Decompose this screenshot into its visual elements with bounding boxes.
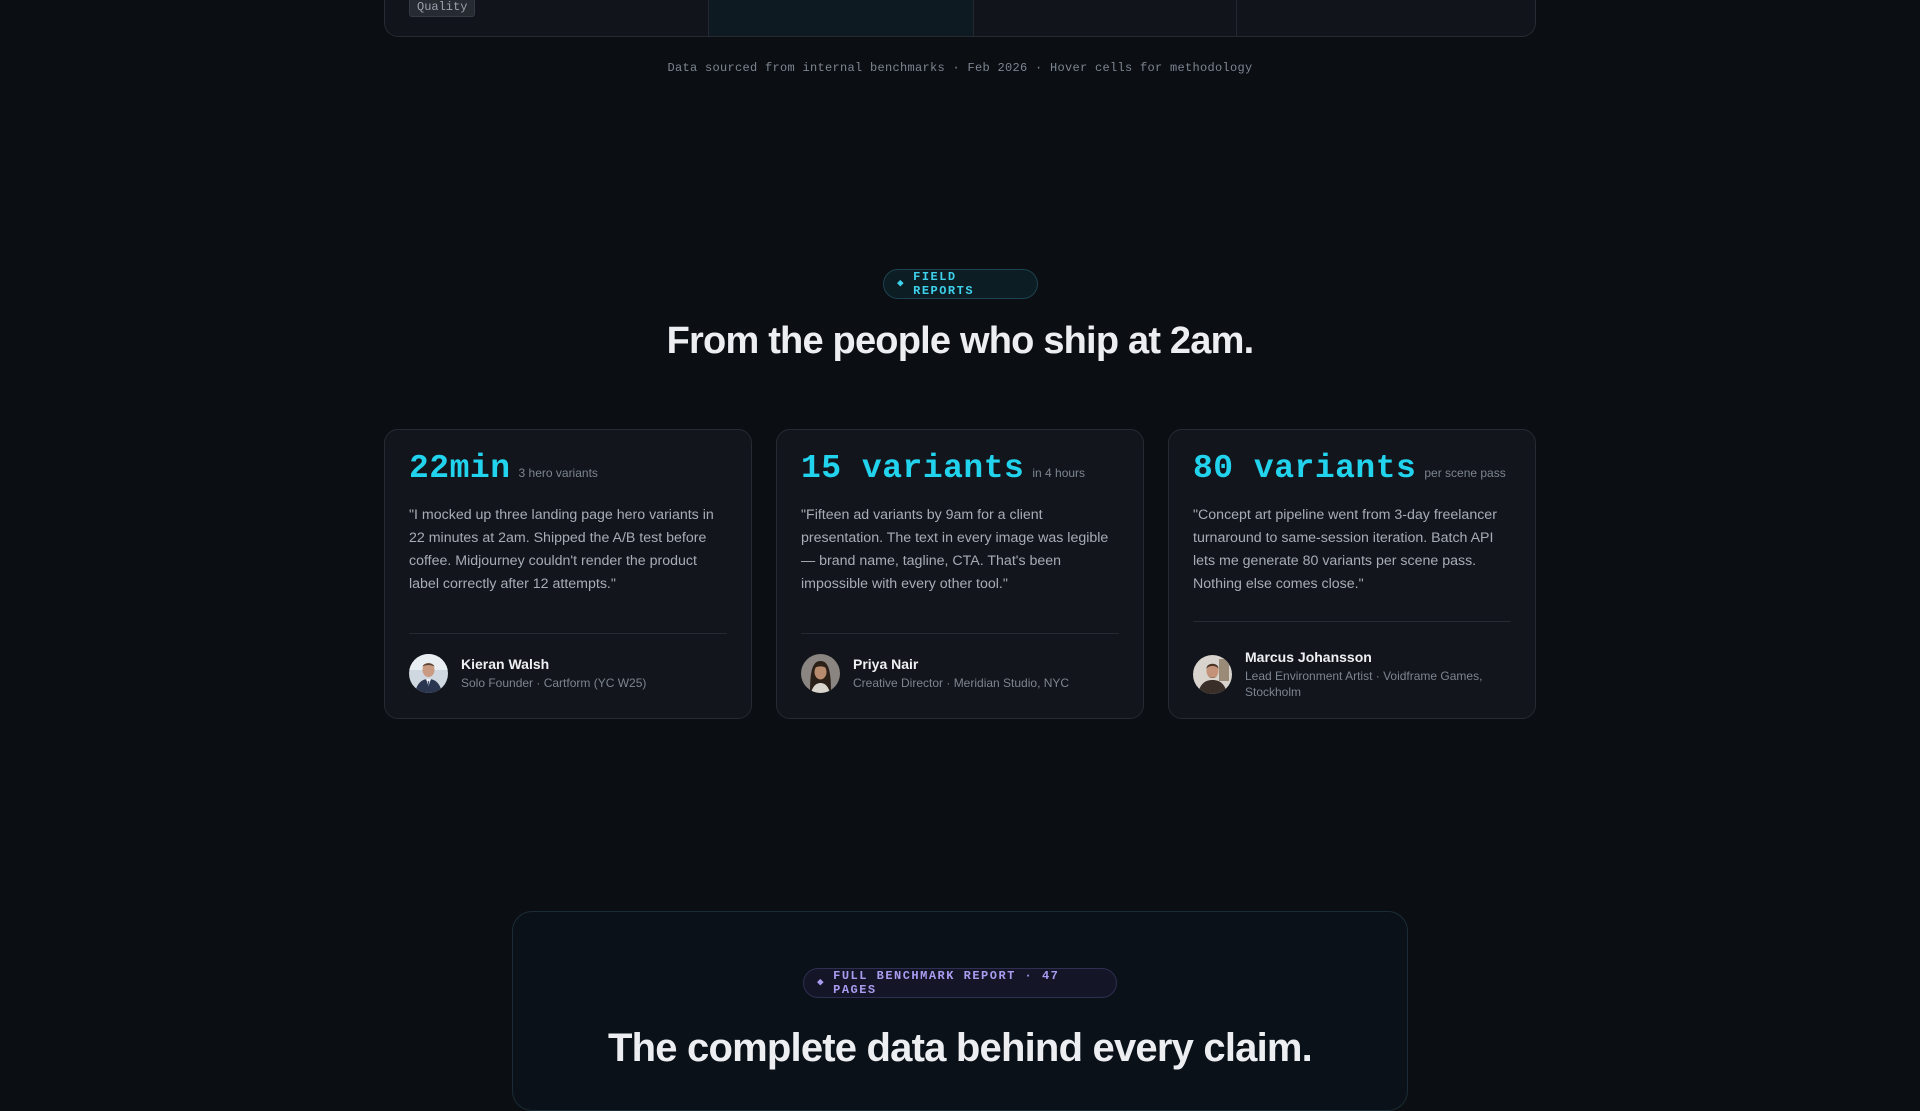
- avatar: [801, 654, 840, 693]
- testimonial-quote: "Concept art pipeline went from 3-day fr…: [1193, 507, 1497, 592]
- avatar: [1193, 655, 1232, 694]
- testimonial-metric: 80 variants per scene pass: [1193, 450, 1511, 490]
- author-role: Solo Founder · Cartform (YC W25): [461, 676, 647, 690]
- metric-value: 22min: [409, 450, 511, 487]
- metric-value: 80 variants: [1193, 450, 1417, 487]
- table-cell-row-label: Quality: [385, 0, 709, 36]
- testimonial-cards: 22min 3 hero variants "I mocked up three…: [384, 429, 1536, 719]
- testimonial-quote: "Fifteen ad variants by 9am for a client…: [801, 507, 1109, 592]
- quality-tag: Quality: [409, 0, 476, 17]
- testimonial-author: Priya Nair Creative Director · Meridian …: [801, 654, 1123, 693]
- author-role: Creative Director · Meridian Studio, NYC: [853, 676, 1070, 690]
- metric-value: 15 variants: [801, 450, 1025, 487]
- benchmark-report-badge: ◆ FULL BENCHMARK REPORT · 47 PAGES: [803, 968, 1117, 998]
- author-name: Priya Nair: [853, 656, 919, 672]
- testimonial-metric: 22min 3 hero variants: [409, 450, 727, 490]
- metric-note: in 4 hours: [1032, 466, 1086, 480]
- author-name: Marcus Johansson: [1245, 649, 1372, 665]
- benchmark-report-panel: [512, 911, 1408, 1111]
- benchmark-report-title: The complete data behind every claim.: [608, 1026, 1313, 1070]
- testimonial-quote: "I mocked up three landing page hero var…: [409, 507, 714, 592]
- comparison-table-bottom: Quality: [384, 0, 1536, 37]
- field-reports-badge: ◆ FIELD REPORTS: [883, 269, 1038, 299]
- diamond-icon: ◆: [897, 277, 906, 290]
- testimonial-metric: 15 variants in 4 hours: [801, 450, 1119, 490]
- metric-note: per scene pass: [1424, 466, 1506, 480]
- testimonial-author: Marcus Johansson Lead Environment Artist…: [1193, 649, 1515, 700]
- testimonial-author: Kieran Walsh Solo Founder · Cartform (YC…: [409, 654, 731, 693]
- table-cell[interactable]: [974, 0, 1237, 36]
- avatar: [409, 654, 448, 693]
- diamond-icon: ◆: [817, 976, 826, 989]
- table-footnote: Data sourced from internal benchmarks · …: [667, 61, 1253, 75]
- testimonial-card: 22min 3 hero variants "I mocked up three…: [384, 429, 752, 719]
- author-name: Kieran Walsh: [461, 656, 550, 672]
- testimonial-card: 80 variants per scene pass "Concept art …: [1168, 429, 1536, 719]
- table-cell[interactable]: [1237, 0, 1535, 36]
- author-role: Lead Environment Artist · Voidframe Game…: [1245, 669, 1483, 699]
- divider: [409, 633, 727, 634]
- field-reports-badge-label: FIELD REPORTS: [913, 270, 975, 298]
- benchmark-report-badge-label: FULL BENCHMARK REPORT · 47 PAGES: [833, 969, 1060, 997]
- table-cell-highlight[interactable]: [709, 0, 974, 36]
- divider: [1193, 621, 1511, 622]
- metric-note: 3 hero variants: [518, 466, 598, 480]
- field-reports-title: From the people who ship at 2am.: [666, 320, 1255, 362]
- divider: [801, 633, 1119, 634]
- testimonial-card: 15 variants in 4 hours "Fifteen ad varia…: [776, 429, 1144, 719]
